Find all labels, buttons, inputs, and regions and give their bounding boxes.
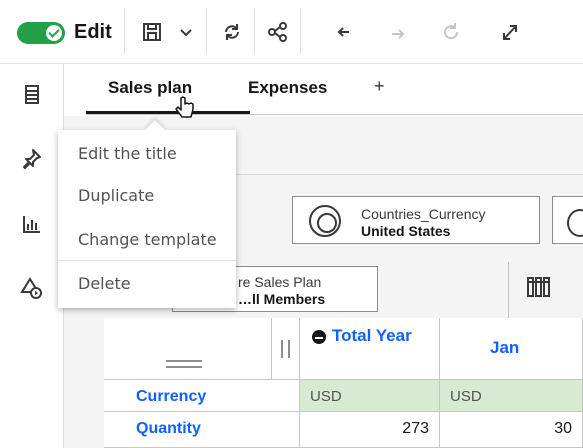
toolbar-divider [508,262,509,318]
menu-item-edit-title[interactable]: Edit the title [78,144,177,163]
dimension-value: United States [361,223,451,239]
row-header-quantity[interactable]: Quantity [104,412,300,448]
column-header-jan[interactable]: Jan [440,318,583,380]
dimension-name: re Sales Plan [238,274,322,290]
grid-corner [104,318,272,380]
add-tab-button[interactable]: + [374,76,385,97]
dimension-chip-country[interactable]: Countries_Currency United States [292,196,540,244]
active-tab-indicator [86,111,250,114]
cell-value: 273 [402,420,429,437]
grid-cell[interactable]: 30 [440,412,583,448]
column-header-label: Jan [490,338,520,357]
undo-icon[interactable] [330,18,358,46]
toolbar: Edit [0,0,583,64]
save-icon[interactable] [138,18,166,46]
tab-divider [86,114,583,115]
chart-icon[interactable] [18,210,46,238]
drag-handle-icon[interactable] [166,360,202,368]
menu-divider [58,260,236,261]
row-header-label: Currency [136,388,207,405]
grid-cell[interactable]: USD [300,380,440,412]
toolbar-divider [300,8,301,54]
columns-icon[interactable] [524,272,554,302]
dimension-chip-partial[interactable] [552,196,583,244]
cell-value: USD [450,388,482,405]
tab-context-menu: Edit the title Duplicate Change template… [58,130,236,308]
column-header-total-year[interactable]: Total Year [300,318,440,380]
toolbar-divider [254,8,255,54]
grid-cell[interactable]: USD [440,380,583,412]
reset-icon [438,18,466,46]
cell-value: USD [310,388,342,405]
pin-icon[interactable] [18,144,46,172]
column-header-label: Total Year [332,326,412,345]
tab-sales-plan[interactable]: Sales plan [108,78,192,98]
edit-label: Edit [74,21,112,43]
redo-icon [384,18,412,46]
row-header-label: Quantity [136,420,201,437]
menu-item-change-template[interactable]: Change template [78,230,217,249]
share-icon[interactable] [264,18,292,46]
check-icon [46,25,62,41]
dimension-name: Countries_Currency [361,206,486,222]
edit-mode-toggle[interactable] [17,22,65,44]
grid-cell[interactable]: 273 [300,412,440,448]
tab-expenses[interactable]: Expenses [248,78,327,98]
column-resize [272,318,300,380]
resize-handle-icon[interactable] [281,340,290,358]
left-sidebar [0,64,64,448]
tab-bar: Sales plan Expenses + [64,64,583,116]
dimension-icon [309,205,341,237]
collapse-icon[interactable] [312,330,326,344]
expand-icon[interactable] [496,18,524,46]
refresh-icon[interactable] [218,18,246,46]
row-header-currency[interactable]: Currency [104,380,300,412]
cell-value: 30 [554,420,572,437]
pages-icon[interactable] [18,80,46,108]
hand-cursor-icon [174,96,196,124]
toolbar-divider [124,8,125,54]
data-grid: Total Year Jan Currency USD USD Quantity… [104,318,583,448]
shapes-icon[interactable] [18,274,46,302]
menu-item-delete[interactable]: Delete [78,274,131,293]
chevron-down-icon[interactable] [172,18,200,46]
toolbar-divider [206,8,207,54]
dimension-value: …ll Members [238,291,326,307]
menu-item-duplicate[interactable]: Duplicate [78,186,154,205]
